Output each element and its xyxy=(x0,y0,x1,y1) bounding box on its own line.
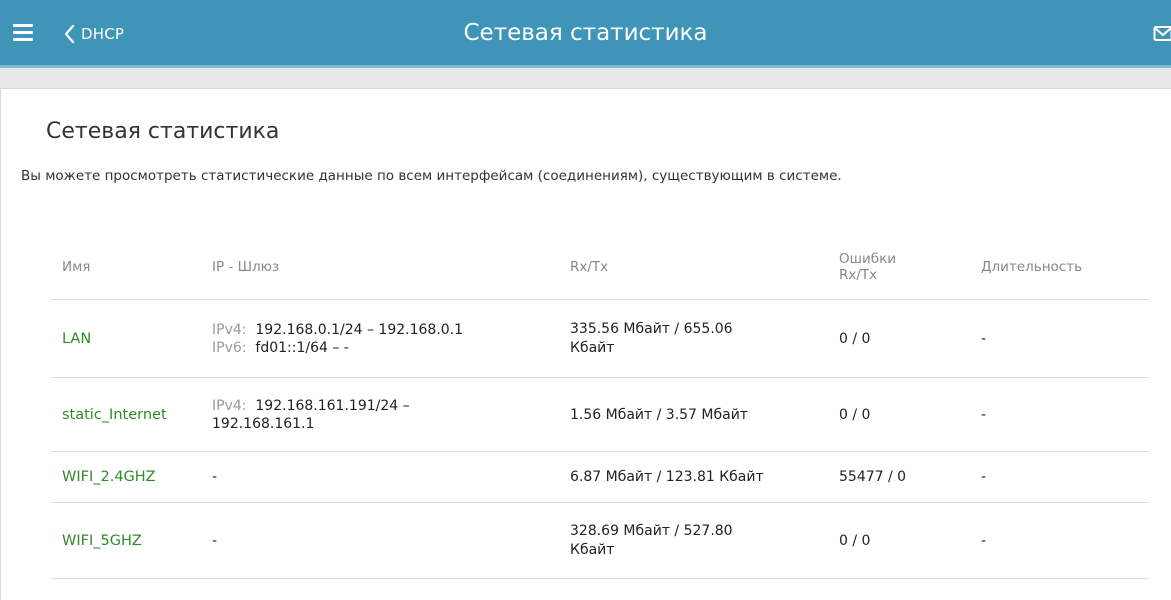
column-header-rxtx: Rx/Tx xyxy=(570,234,839,300)
table-row[interactable]: WIFI_5GHZ - 328.69 Мбайт / 527.80 Кбайт … xyxy=(51,502,1149,579)
interface-name-link[interactable]: LAN xyxy=(51,299,212,378)
rxtx-line2: Кбайт xyxy=(570,339,615,356)
page-title: Сетевая статистика xyxy=(46,119,280,144)
ipv4-prefix: IPv4: xyxy=(212,397,247,414)
mail-icon[interactable] xyxy=(1153,25,1171,43)
statistics-table: Имя IP - Шлюз Rx/Tx Ошибки Rx/Tx Длитель… xyxy=(51,234,1149,579)
table-row[interactable]: LAN IPv4: 192.168.0.1/24 – 192.168.0.1 I… xyxy=(51,299,1149,378)
duration-cell: - xyxy=(981,299,1149,378)
page-description: Вы можете просмотреть статистические дан… xyxy=(21,168,842,184)
table-header-row: Имя IP - Шлюз Rx/Tx Ошибки Rx/Tx Длитель… xyxy=(51,234,1149,300)
interface-name-link[interactable]: WIFI_5GHZ xyxy=(51,502,212,579)
duration-cell: - xyxy=(981,451,1149,503)
rxtx-line1: 328.69 Мбайт / 527.80 xyxy=(570,522,733,539)
ipv4-value: 192.168.161.191/24 – xyxy=(255,397,410,414)
sub-bar xyxy=(0,68,1171,89)
ipv6-prefix: IPv6: xyxy=(212,339,247,356)
ip-gateway-cell: IPv4: 192.168.0.1/24 – 192.168.0.1 IPv6:… xyxy=(212,299,570,378)
column-header-errors: Ошибки Rx/Tx xyxy=(839,234,981,300)
interface-name-link[interactable]: WIFI_2.4GHZ xyxy=(51,451,212,503)
rxtx-line2: Кбайт xyxy=(570,541,615,558)
ipv4-value-continued: 192.168.161.1 xyxy=(212,415,315,432)
errors-cell: 0 / 0 xyxy=(839,299,981,378)
column-header-ip: IP - Шлюз xyxy=(212,234,570,300)
errors-cell: 55477 / 0 xyxy=(839,451,981,503)
ip-gateway-cell: - xyxy=(212,451,570,503)
ipv4-value: 192.168.0.1/24 – 192.168.0.1 xyxy=(255,321,464,338)
ipv4-prefix: IPv4: xyxy=(212,321,247,338)
column-header-duration: Длительность xyxy=(981,234,1149,300)
ipv6-value: fd01::1/64 – - xyxy=(255,339,349,356)
duration-cell: - xyxy=(981,502,1149,579)
interface-name-link[interactable]: static_Internet xyxy=(51,377,212,452)
rxtx-cell: 6.87 Мбайт / 123.81 Кбайт xyxy=(570,451,839,503)
table-row[interactable]: static_Internet IPv4: 192.168.161.191/24… xyxy=(51,377,1149,452)
table-row[interactable]: WIFI_2.4GHZ - 6.87 Мбайт / 123.81 Кбайт … xyxy=(51,451,1149,503)
rxtx-cell: 1.56 Мбайт / 3.57 Мбайт xyxy=(570,377,839,452)
ip-gateway-cell: IPv4: 192.168.161.191/24 – 192.168.161.1 xyxy=(212,377,570,452)
duration-cell: - xyxy=(981,377,1149,452)
ip-gateway-cell: - xyxy=(212,502,570,579)
errors-cell: 0 / 0 xyxy=(839,377,981,452)
errors-header-line2: Rx/Tx xyxy=(839,266,878,283)
rxtx-cell: 335.56 Мбайт / 655.06 Кбайт xyxy=(570,299,839,378)
top-bar: DHCP Сетевая статистика xyxy=(0,0,1171,68)
rxtx-line1: 335.56 Мбайт / 655.06 xyxy=(570,320,733,337)
page-header-title: Сетевая статистика xyxy=(463,20,708,46)
errors-cell: 0 / 0 xyxy=(839,502,981,579)
column-header-name: Имя xyxy=(51,234,212,300)
rxtx-cell: 328.69 Мбайт / 527.80 Кбайт xyxy=(570,502,839,579)
errors-header-line1: Ошибки xyxy=(839,250,897,267)
main-content: Сетевая статистика Вы можете просмотреть… xyxy=(0,89,1171,600)
